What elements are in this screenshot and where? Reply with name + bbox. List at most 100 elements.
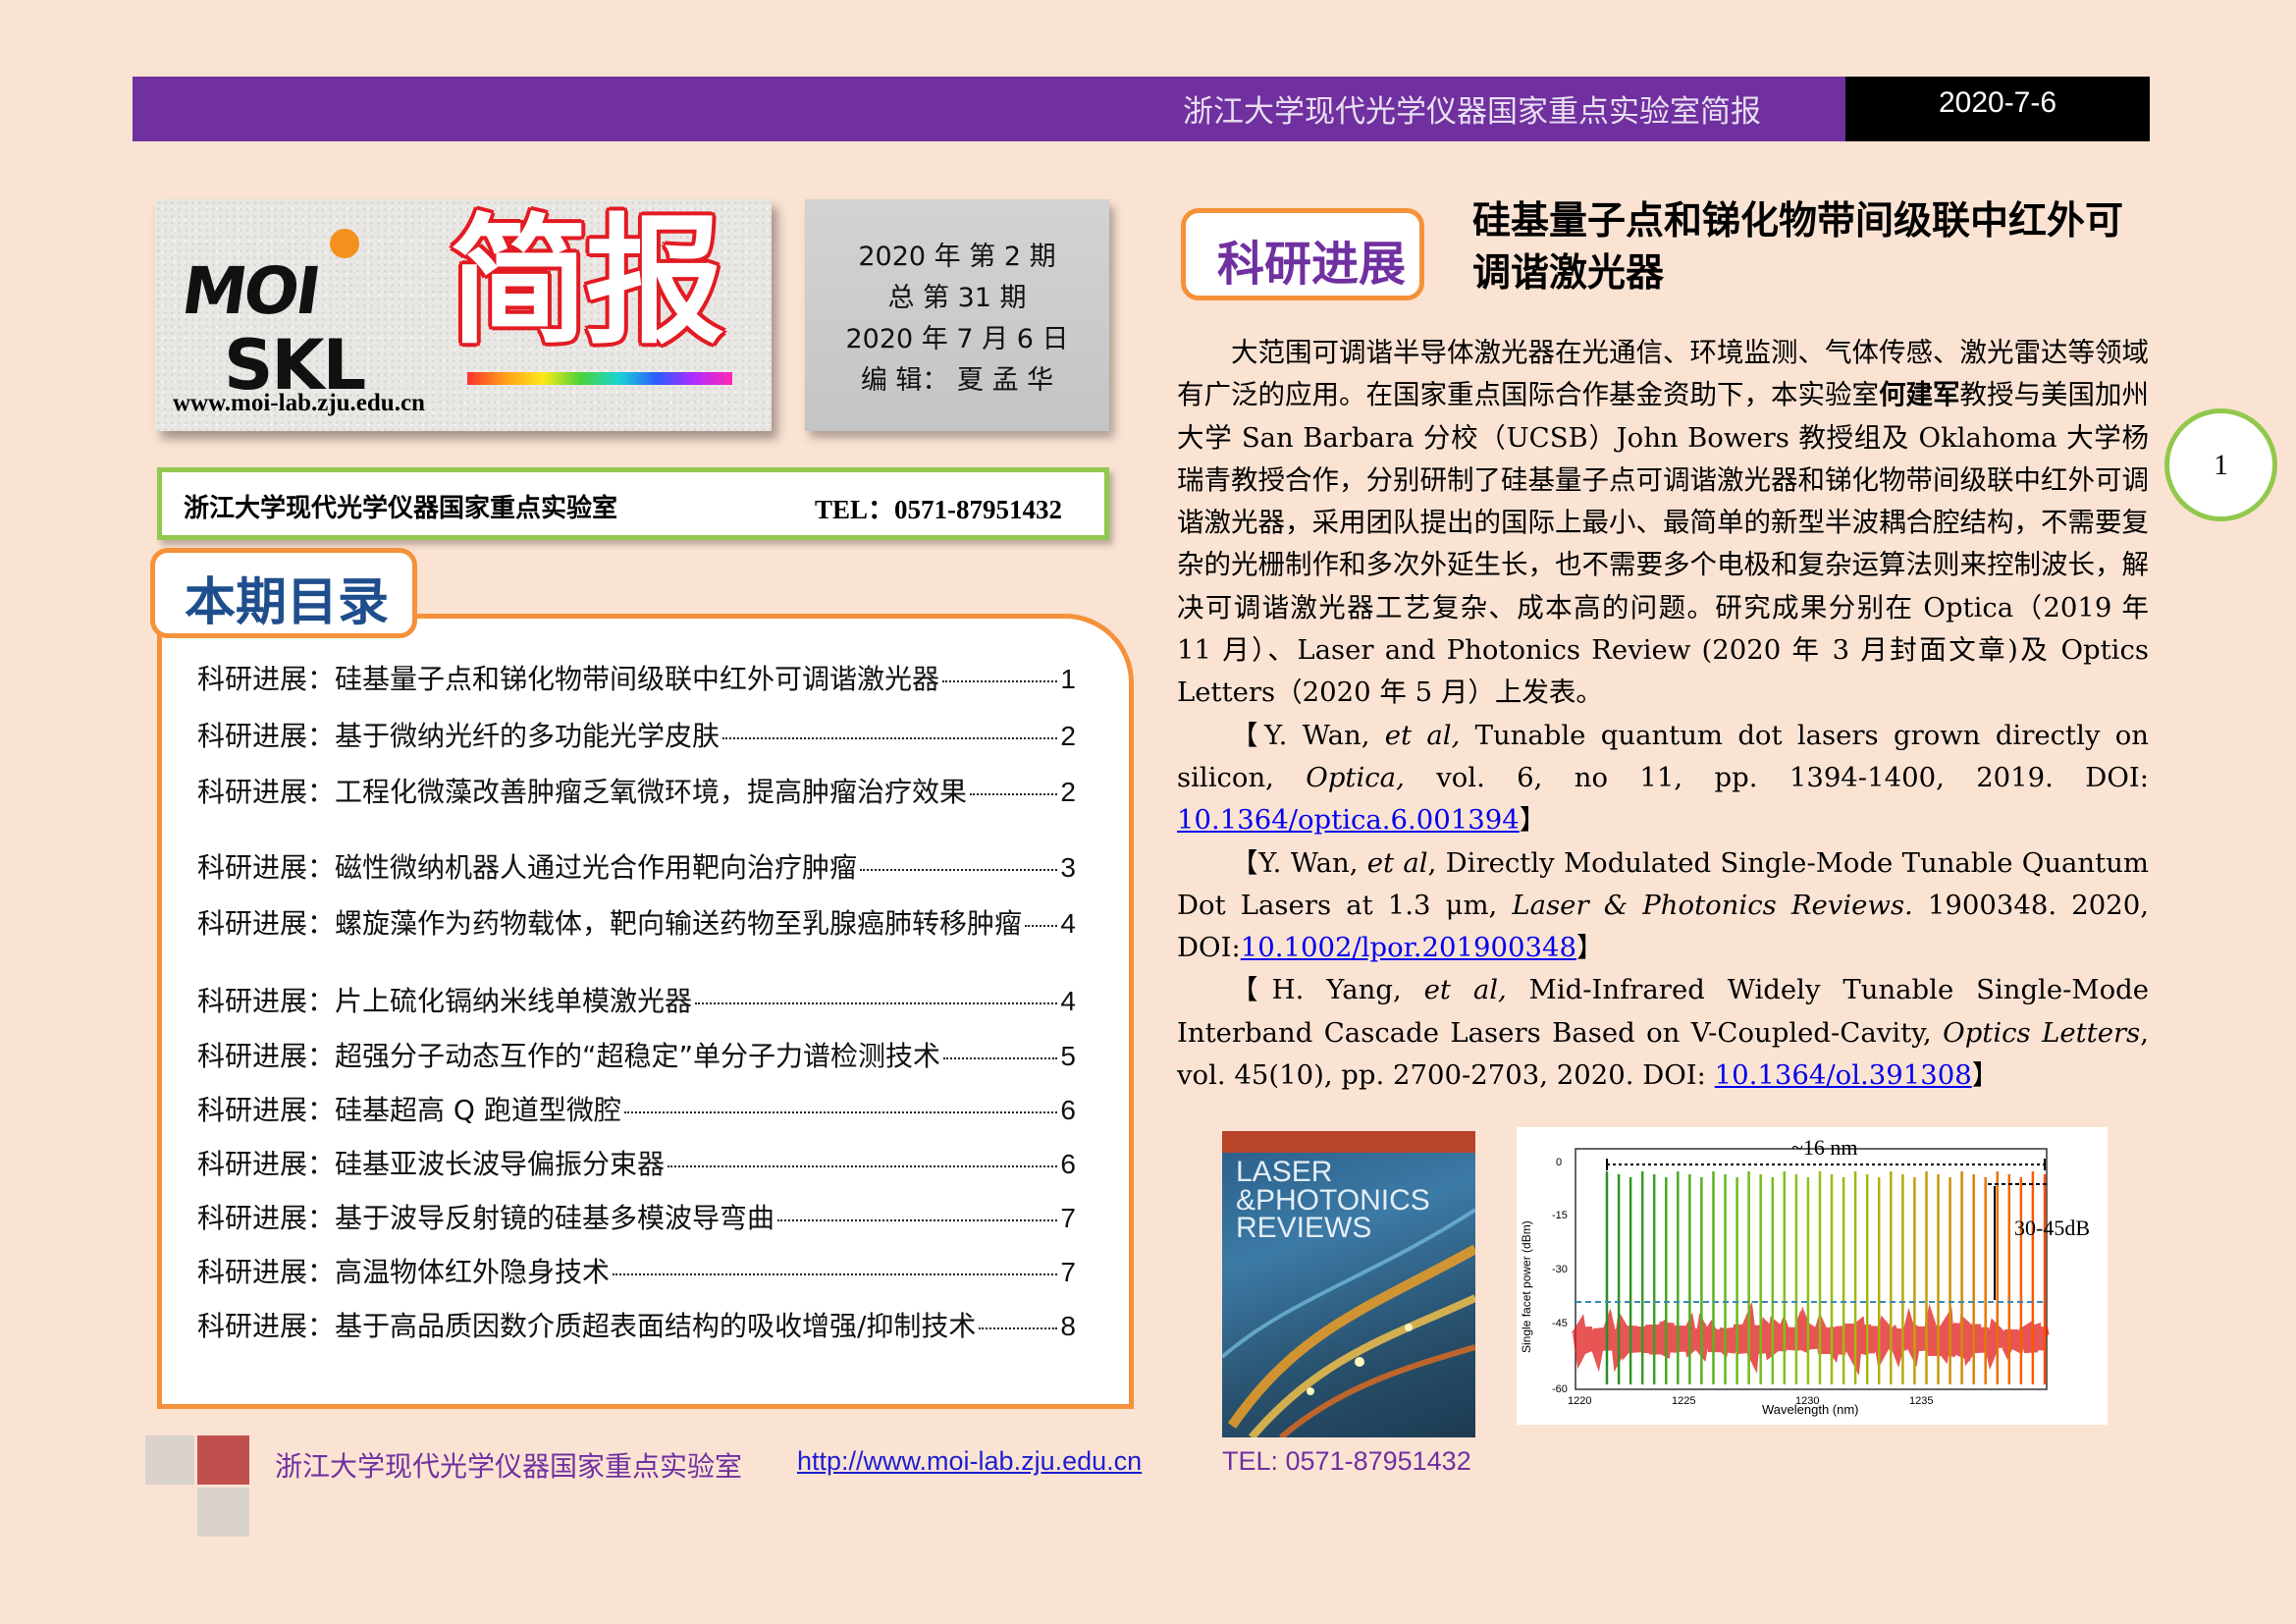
toc-item[interactable]: 科研进展：螺旋藻作为药物载体，靶向输送药物至乳腺癌肺转移肿瘤 4 bbox=[197, 902, 1076, 942]
toc-leader-dots bbox=[979, 1327, 1058, 1329]
footer-decor-square bbox=[197, 1488, 249, 1537]
lab-name: 浙江大学现代光学仪器国家重点实验室 bbox=[184, 494, 618, 523]
doi-link[interactable]: 10.1364/ol.391308 bbox=[1715, 1059, 1972, 1091]
toc-item[interactable]: 科研进展：硅基亚波长波导偏振分束器 6 bbox=[197, 1143, 1076, 1182]
toc-item[interactable]: 科研进展：工程化微藻改善肿瘤乏氧微环境，提高肿瘤治疗效果 2 bbox=[197, 771, 1076, 810]
x-tick: 1220 bbox=[1568, 1395, 1591, 1407]
footer-website-link[interactable]: http://www.moi-lab.zju.edu.cn bbox=[797, 1446, 1142, 1477]
newsletter-logo: MOI SKL 简报 www.moi-lab.zju.edu.cn bbox=[155, 199, 772, 431]
toc-leader-dots bbox=[613, 1273, 1058, 1275]
y-tick: 0 bbox=[1556, 1157, 1562, 1168]
toc-leader-dots bbox=[970, 793, 1058, 795]
toc-item[interactable]: 科研进展：硅基量子点和锑化物带间级联中红外可调谐激光器 1 bbox=[197, 658, 1076, 697]
toc-leader-dots bbox=[860, 869, 1058, 871]
lab-phone: TEL：0571-87951432 bbox=[815, 495, 1063, 524]
y-tick: -45 bbox=[1552, 1318, 1568, 1329]
toc-item-page: 2 bbox=[1060, 721, 1076, 751]
section-label: 科研进展 bbox=[1217, 237, 1407, 292]
toc-item-text: 科研进展：高温物体红外隐身技术 bbox=[197, 1256, 611, 1288]
y-tick: -60 bbox=[1552, 1383, 1568, 1395]
article-title: 硅基量子点和锑化物带间级联中红外可调谐激光器 bbox=[1472, 199, 2124, 296]
journal-cover-image: LASER &PHOTONICS REVIEWS bbox=[1222, 1131, 1475, 1437]
toc-leader-dots bbox=[777, 1219, 1058, 1221]
logo-dot-icon bbox=[330, 229, 359, 258]
logo-moi-text: MOI bbox=[177, 253, 323, 329]
toc-item-page: 5 bbox=[1060, 1041, 1076, 1071]
footer-decor-square bbox=[145, 1435, 194, 1485]
toc-item-text: 科研进展：硅基超高 Q 跑道型微腔 bbox=[197, 1094, 621, 1126]
toc-item[interactable]: 科研进展：超强分子动态互作的“超稳定”单分子力谱检测技术 5 bbox=[197, 1035, 1076, 1074]
researcher-name: 何建军 bbox=[1879, 379, 1960, 411]
toc-item-page: 8 bbox=[1060, 1311, 1076, 1341]
footer-phone: TEL: 0571-87951432 bbox=[1222, 1446, 1471, 1476]
lab-info-bar: 浙江大学现代光学仪器国家重点实验室 TEL：0571-87951432 bbox=[157, 467, 1109, 540]
header-date: 2020-7-6 bbox=[1938, 86, 2057, 119]
toc-item-page: 2 bbox=[1060, 777, 1076, 807]
toc-item-text: 科研进展：基于微纳光纤的多功能光学皮肤 bbox=[197, 720, 721, 752]
toc-item-page: 4 bbox=[1060, 908, 1076, 939]
toc-item[interactable]: 科研进展：基于微纳光纤的多功能光学皮肤 2 bbox=[197, 715, 1076, 754]
footer-decor-square bbox=[197, 1435, 249, 1485]
cover-art bbox=[1222, 1208, 1475, 1437]
x-tick: 1230 bbox=[1795, 1395, 1819, 1407]
toc-item[interactable]: 科研进展：基于高品质因数介质超表面结构的吸收增强/抑制技术 8 bbox=[197, 1305, 1076, 1344]
smsr-label: 30-45dB bbox=[2014, 1216, 2090, 1240]
reference-2: 【Y. Wan, et al, Directly Modulated Singl… bbox=[1177, 846, 2149, 964]
issue-info-box: 2020 年 第 2 期 总 第 31 期 2020 年 7 月 6 日 编 辑… bbox=[805, 199, 1109, 431]
toc-leader-dots bbox=[1025, 925, 1058, 927]
toc-leader-dots bbox=[695, 1002, 1058, 1004]
doi-link[interactable]: 10.1364/optica.6.001394 bbox=[1177, 804, 1520, 836]
toc-item-page: 7 bbox=[1060, 1203, 1076, 1233]
toc-item[interactable]: 科研进展：片上硫化镉纳米线单模激光器 4 bbox=[197, 980, 1076, 1019]
toc-leader-dots bbox=[942, 680, 1058, 682]
issue-editor: 编 辑： 夏 孟 华 bbox=[860, 365, 1054, 396]
logo-rainbow-bar bbox=[467, 372, 732, 385]
reference-1: 【Y. Wan, et al, Tunable quantum dot lase… bbox=[1177, 719, 2150, 837]
toc-header-tab: 本期目录 bbox=[150, 548, 417, 638]
span-label: ~16 nm bbox=[1791, 1135, 1858, 1160]
section-tab: 科研进展 bbox=[1181, 208, 1424, 300]
toc-leader-dots bbox=[943, 1057, 1058, 1059]
header-title: 浙江大学现代光学仪器国家重点实验室简报 bbox=[1183, 94, 1761, 130]
toc-item[interactable]: 科研进展：硅基超高 Q 跑道型微腔 6 bbox=[197, 1089, 1076, 1128]
article-paragraph: 大范围可调谐半导体激光器在光通信、环境监测、气体传感、激光雷达等领域有广泛的应用… bbox=[1177, 337, 2149, 709]
toc-item-page: 4 bbox=[1060, 986, 1076, 1016]
toc-item[interactable]: 科研进展：高温物体红外隐身技术 7 bbox=[197, 1251, 1076, 1290]
toc-item-text: 科研进展：螺旋藻作为药物载体，靶向输送药物至乳腺癌肺转移肿瘤 bbox=[197, 907, 1023, 940]
toc-item[interactable]: 科研进展：磁性微纳机器人通过光合作用靶向治疗肿瘤 3 bbox=[197, 846, 1076, 886]
toc-item-text: 科研进展：磁性微纳机器人通过光合作用靶向治疗肿瘤 bbox=[197, 851, 858, 884]
toc-item-text: 科研进展：工程化微藻改善肿瘤乏氧微环境，提高肿瘤治疗效果 bbox=[197, 776, 968, 808]
page-number: 1 bbox=[2164, 408, 2277, 521]
toc-item-page: 3 bbox=[1060, 852, 1076, 883]
toc-item[interactable]: 科研进展：基于波导反射镜的硅基多模波导弯曲 7 bbox=[197, 1197, 1076, 1236]
spectrum-figure: ~16 nm 30-45dB Single facet power (dBm) … bbox=[1517, 1127, 2108, 1425]
toc-item-text: 科研进展：硅基量子点和锑化物带间级联中红外可调谐激光器 bbox=[197, 663, 940, 695]
toc-title: 本期目录 bbox=[185, 573, 390, 632]
toc-item-text: 科研进展：硅基亚波长波导偏振分束器 bbox=[197, 1148, 666, 1180]
toc-item-text: 科研进展：超强分子动态互作的“超稳定”单分子力谱检测技术 bbox=[197, 1040, 941, 1072]
table-of-contents: 科研进展：硅基量子点和锑化物带间级联中红外可调谐激光器 1 科研进展：基于微纳光纤… bbox=[157, 614, 1134, 1409]
reference-3: 【H. Yang, et al, Mid-Infrared Widely Tun… bbox=[1177, 974, 2150, 1092]
article-body: 大范围可调谐半导体激光器在光通信、环境监测、气体传感、激光雷达等领域有广泛的应用… bbox=[1177, 332, 2149, 1097]
y-tick: -30 bbox=[1552, 1264, 1568, 1275]
toc-item-page: 6 bbox=[1060, 1095, 1076, 1125]
issue-year-number: 2020 年 第 2 期 bbox=[858, 242, 1056, 272]
toc-item-page: 7 bbox=[1060, 1257, 1076, 1287]
toc-item-text: 科研进展：基于高品质因数介质超表面结构的吸收增强/抑制技术 bbox=[197, 1310, 977, 1342]
y-axis-label: Single facet power (dBm) bbox=[1520, 1220, 1533, 1353]
issue-total-number: 总 第 31 期 bbox=[887, 283, 1027, 313]
doi-link[interactable]: 10.1002/lpor.201900348 bbox=[1241, 932, 1576, 963]
toc-item-page: 1 bbox=[1060, 664, 1076, 694]
toc-item-page: 6 bbox=[1060, 1149, 1076, 1179]
toc-leader-dots bbox=[667, 1165, 1058, 1167]
footer-lab-name: 浙江大学现代光学仪器国家重点实验室 bbox=[275, 1450, 743, 1483]
issue-date: 2020 年 7 月 6 日 bbox=[845, 324, 1069, 354]
logo-brand-text: 简报 bbox=[450, 201, 724, 363]
logo-url: www.moi-lab.zju.edu.cn bbox=[173, 390, 425, 416]
toc-item-text: 科研进展：片上硫化镉纳米线单模激光器 bbox=[197, 985, 693, 1017]
x-tick: 1235 bbox=[1909, 1395, 1933, 1407]
toc-leader-dots bbox=[722, 737, 1058, 739]
toc-item-text: 科研进展：基于波导反射镜的硅基多模波导弯曲 bbox=[197, 1202, 775, 1234]
y-tick: -15 bbox=[1552, 1210, 1568, 1221]
toc-leader-dots bbox=[623, 1111, 1058, 1113]
